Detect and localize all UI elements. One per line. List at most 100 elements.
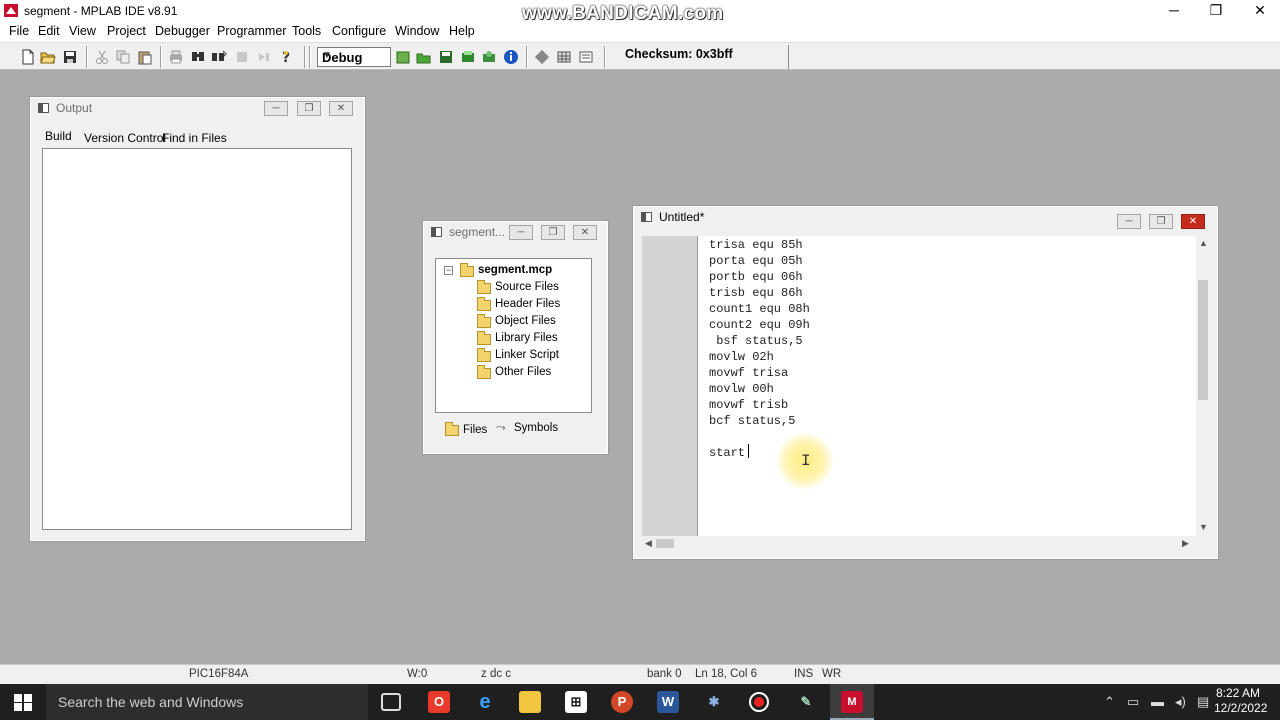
build-config-select[interactable]: Debug ▼ xyxy=(317,47,391,67)
code-line: bsf status,5 xyxy=(709,334,803,348)
editor-code-area[interactable]: trisa equ 85h porta equ 05h portb equ 06… xyxy=(698,236,1196,536)
tab-version-control[interactable]: Version Control xyxy=(84,131,166,145)
make-icon[interactable] xyxy=(460,49,476,65)
collapse-icon[interactable]: − xyxy=(444,266,453,275)
watch-view-icon[interactable] xyxy=(578,49,594,65)
tray-volume-icon[interactable]: ◂) xyxy=(1175,694,1186,710)
tree-root-project[interactable]: segment.mcp xyxy=(478,264,552,276)
code-line: porta equ 05h xyxy=(709,254,803,268)
tray-chevron-icon[interactable]: ⌃ xyxy=(1104,694,1115,710)
code-line: movwf trisb xyxy=(709,398,789,412)
debug-tool-icon[interactable] xyxy=(534,49,550,65)
save-icon[interactable] xyxy=(62,49,78,65)
help-icon[interactable]: ? xyxy=(278,49,294,65)
checksum-readout: Checksum: 0x3bff xyxy=(625,47,733,61)
output-window-title: Output xyxy=(56,101,93,115)
status-w-register: W:0 xyxy=(407,668,428,680)
tree-item-library-files[interactable]: Library Files xyxy=(495,332,558,344)
word-icon[interactable]: W xyxy=(657,691,679,713)
app-close-button[interactable]: ✕ xyxy=(1238,0,1280,22)
menu-project[interactable]: Project xyxy=(107,24,146,38)
tray-battery-icon[interactable]: ▬ xyxy=(1151,694,1164,709)
menu-view[interactable]: View xyxy=(69,24,96,38)
windows-start-icon[interactable] xyxy=(14,694,32,711)
pencil-app-icon[interactable]: ✎ xyxy=(795,691,817,713)
menu-window[interactable]: Window xyxy=(395,24,439,38)
editor-horizontal-scrollbar[interactable]: ◀ ▶ xyxy=(642,536,1196,551)
editor-window-titlebar[interactable]: Untitled* ─ ❐ ✕ xyxy=(633,206,1218,229)
build-all-icon[interactable] xyxy=(481,49,497,65)
project-new-icon[interactable] xyxy=(395,49,411,65)
taskbar-search-box[interactable]: Search the web and Windows xyxy=(46,684,368,720)
editor-maximize-button[interactable]: ❐ xyxy=(1149,214,1173,229)
tab-build[interactable]: Build xyxy=(45,129,72,144)
info-icon[interactable] xyxy=(503,49,519,65)
new-file-icon[interactable] xyxy=(20,49,36,65)
project-minimize-button[interactable]: ─ xyxy=(509,225,533,240)
scroll-down-icon[interactable]: ▼ xyxy=(1199,522,1208,532)
cut-icon[interactable] xyxy=(94,49,110,65)
tab-find-in-files[interactable]: Find in Files xyxy=(162,131,227,145)
app-maximize-button[interactable]: ❐ xyxy=(1194,0,1238,22)
tab-symbols[interactable]: Symbols xyxy=(514,422,558,434)
menu-tools[interactable]: Tools xyxy=(292,24,321,38)
find-icon[interactable] xyxy=(190,49,206,65)
build-icon[interactable] xyxy=(256,49,272,65)
output-window-titlebar[interactable]: Output ─ ❐ ✕ xyxy=(30,97,365,119)
bandicam-record-icon[interactable] xyxy=(749,692,769,712)
paste-icon[interactable] xyxy=(137,49,153,65)
menu-programmer[interactable]: Programmer xyxy=(217,24,286,38)
tab-files[interactable]: Files xyxy=(463,424,487,436)
mplab-icon[interactable]: M xyxy=(841,691,863,713)
output-text-area[interactable] xyxy=(42,148,352,530)
copy-icon[interactable] xyxy=(115,49,131,65)
tree-item-other-files[interactable]: Other Files xyxy=(495,366,551,378)
editor-vertical-scrollbar[interactable]: ▲ ▼ xyxy=(1196,236,1210,536)
output-close-button[interactable]: ✕ xyxy=(329,101,353,116)
code-line: start xyxy=(709,446,746,460)
scroll-up-icon[interactable]: ▲ xyxy=(1199,238,1208,248)
menu-help[interactable]: Help xyxy=(449,24,475,38)
file-explorer-icon[interactable] xyxy=(519,691,541,713)
print-icon[interactable] xyxy=(168,49,184,65)
bookmark-icon[interactable] xyxy=(234,49,250,65)
store-icon[interactable]: ⊞ xyxy=(565,691,587,713)
tray-keyboard-icon[interactable]: ▤ xyxy=(1197,694,1209,710)
menu-edit[interactable]: Edit xyxy=(38,24,60,38)
taskbar-clock[interactable]: 8:22 AM 12/2/2022 xyxy=(1214,686,1267,716)
project-maximize-button[interactable]: ❐ xyxy=(541,225,565,240)
scroll-thumb[interactable] xyxy=(656,539,674,548)
status-device: PIC16F84A xyxy=(189,668,249,680)
tray-network-icon[interactable]: ▭ xyxy=(1127,694,1139,710)
project-save-icon[interactable] xyxy=(438,49,454,65)
tree-item-linker-script[interactable]: Linker Script xyxy=(495,349,559,361)
folder-icon xyxy=(477,348,491,362)
find-in-files-icon[interactable] xyxy=(211,49,227,65)
powerpoint-icon[interactable]: P xyxy=(611,691,633,713)
output-minimize-button[interactable]: ─ xyxy=(264,101,288,116)
scroll-right-icon[interactable]: ▶ xyxy=(1182,538,1189,549)
settings-icon[interactable]: ✱ xyxy=(703,691,725,713)
menu-file[interactable]: File xyxy=(9,24,29,38)
task-view-icon[interactable] xyxy=(381,693,401,711)
memory-view-icon[interactable] xyxy=(556,49,572,65)
open-folder-icon[interactable] xyxy=(40,49,56,65)
scroll-thumb[interactable] xyxy=(1198,280,1208,400)
editor-minimize-button[interactable]: ─ xyxy=(1117,214,1141,229)
menu-configure[interactable]: Configure xyxy=(332,24,386,38)
app-minimize-button[interactable]: ─ xyxy=(1152,0,1196,22)
output-maximize-button[interactable]: ❐ xyxy=(297,101,321,116)
tree-item-header-files[interactable]: Header Files xyxy=(495,298,560,310)
editor-close-button[interactable]: ✕ xyxy=(1181,214,1205,229)
edge-icon[interactable]: e xyxy=(474,691,496,713)
project-close-button[interactable]: ✕ xyxy=(573,225,597,240)
window-icon xyxy=(641,212,652,222)
project-window-titlebar[interactable]: segment... ─ ❐ ✕ xyxy=(423,221,608,243)
menu-debugger[interactable]: Debugger xyxy=(155,24,210,38)
project-open-icon[interactable] xyxy=(416,49,432,65)
opera-icon[interactable]: O xyxy=(428,691,450,713)
tree-item-object-files[interactable]: Object Files xyxy=(495,315,556,327)
scroll-left-icon[interactable]: ◀ xyxy=(645,538,652,549)
editor-window-title: Untitled* xyxy=(659,210,705,224)
tree-item-source-files[interactable]: Source Files xyxy=(495,281,559,293)
